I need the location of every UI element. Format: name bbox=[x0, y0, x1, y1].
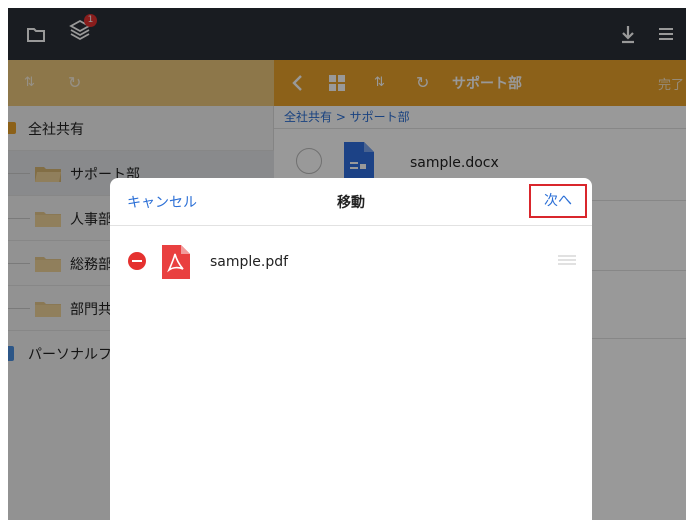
reorder-handle-icon[interactable] bbox=[558, 255, 576, 265]
app-window: 1 ⇅ ↻ ⇅ ↻ サポート部 完了 全社共有 サポート部 人事部 総務部 部門… bbox=[8, 8, 686, 520]
next-button[interactable]: 次へ bbox=[529, 184, 587, 218]
remove-icon[interactable] bbox=[128, 252, 146, 270]
screen: 1 ⇅ ↻ ⇅ ↻ サポート部 完了 全社共有 サポート部 人事部 総務部 部門… bbox=[0, 0, 690, 520]
move-dialog: キャンセル 移動 次へ sample.pdf bbox=[110, 178, 592, 520]
file-name: sample.pdf bbox=[210, 254, 289, 270]
cancel-button[interactable]: キャンセル bbox=[127, 192, 197, 212]
dialog-header: キャンセル 移動 次へ bbox=[110, 178, 592, 226]
pdf-file-icon bbox=[162, 245, 190, 279]
list-item: sample.pdf bbox=[110, 226, 592, 296]
